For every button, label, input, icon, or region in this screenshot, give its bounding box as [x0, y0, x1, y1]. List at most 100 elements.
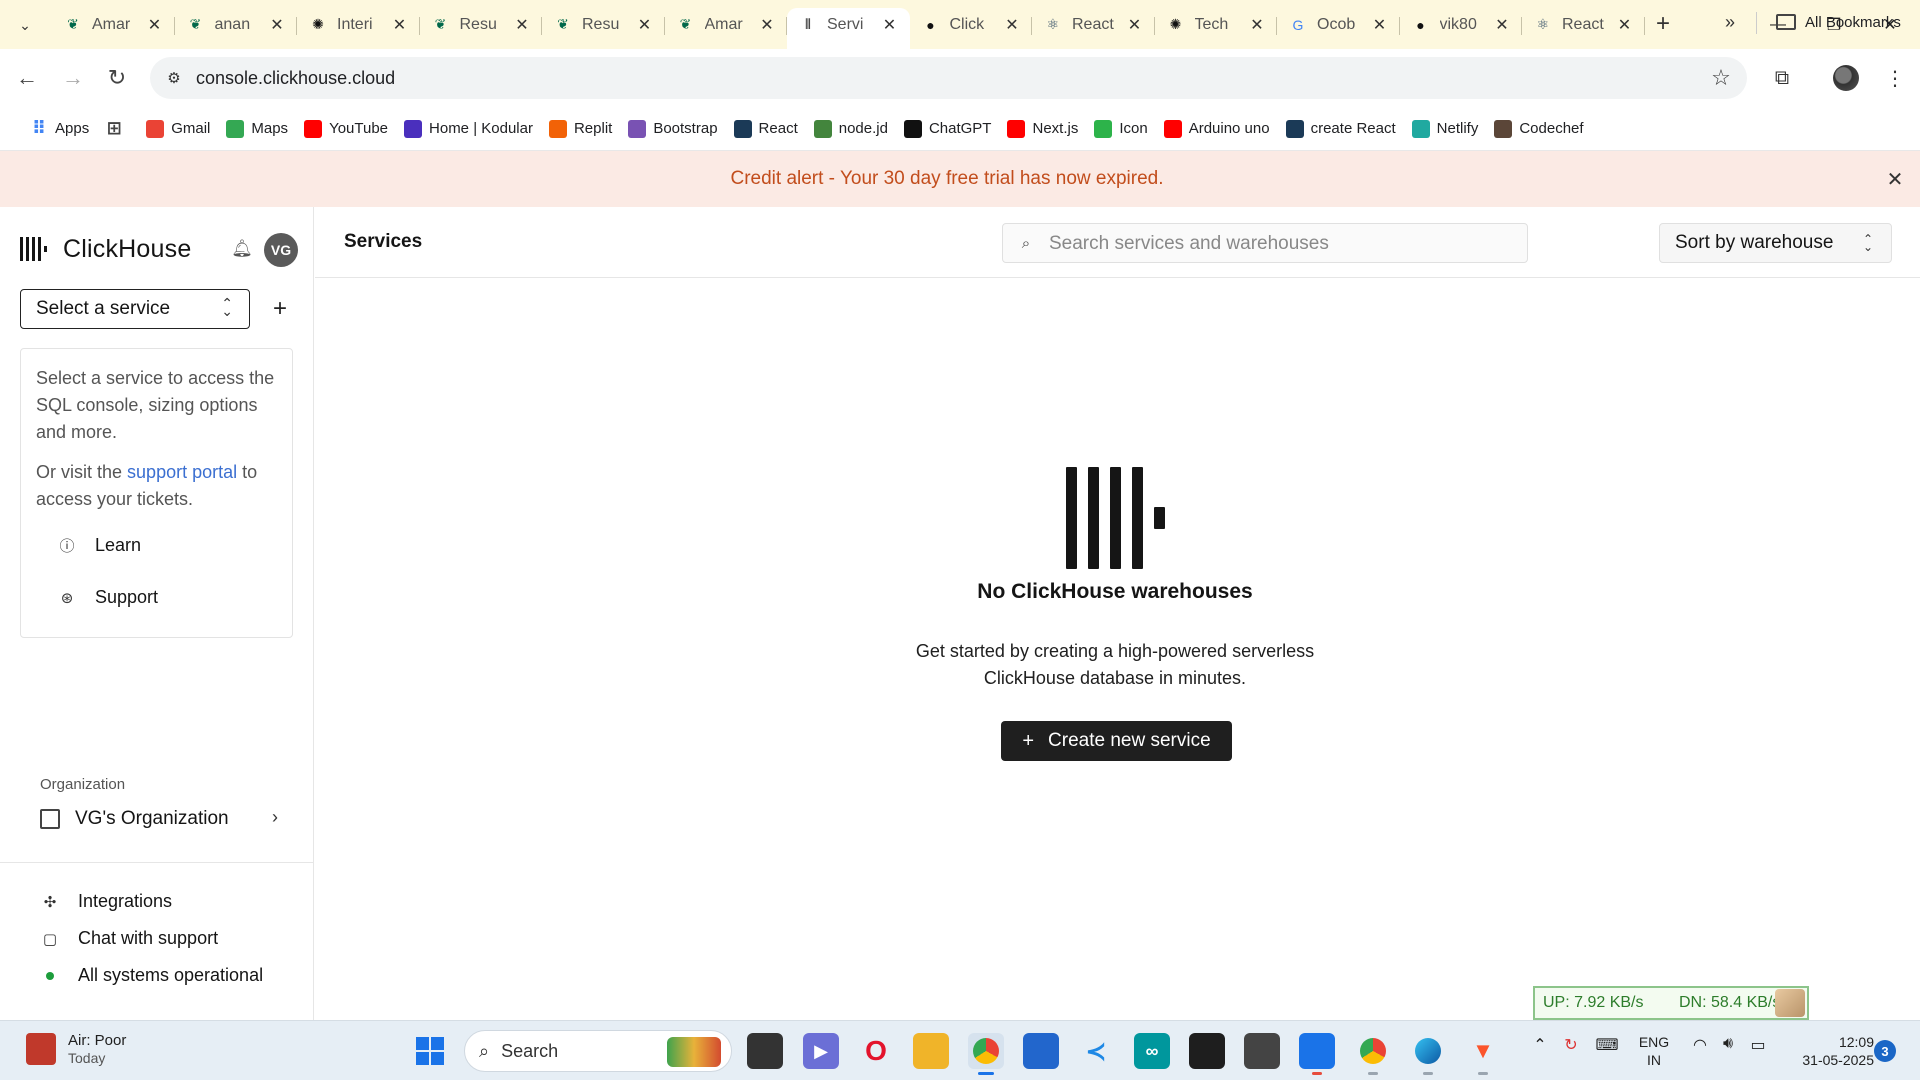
- bookmark-item[interactable]: Bootstrap: [620, 114, 725, 144]
- support-portal-link[interactable]: support portal: [127, 462, 237, 482]
- close-tab-icon[interactable]: ✕: [635, 15, 655, 35]
- close-tab-icon[interactable]: ✕: [1002, 15, 1022, 35]
- browser-tab[interactable]: ✺ Interi ✕: [297, 8, 420, 41]
- blue-app-icon[interactable]: [1299, 1033, 1335, 1075]
- add-service-button[interactable]: +: [268, 295, 292, 323]
- close-tab-icon[interactable]: ✕: [880, 15, 900, 35]
- close-alert-icon[interactable]: ✕: [1884, 168, 1906, 191]
- close-tab-icon[interactable]: ✕: [757, 15, 777, 35]
- sync-icon[interactable]: ↻: [1558, 1035, 1584, 1055]
- bookmark-item[interactable]: Icon: [1086, 114, 1155, 144]
- bookmark-item[interactable]: ⊞: [97, 114, 138, 144]
- chrome-icon[interactable]: [968, 1033, 1004, 1075]
- system-clock[interactable]: 12:09 31-05-2025: [1784, 1033, 1874, 1069]
- browser-tab[interactable]: ❦ Amar ✕: [665, 8, 788, 41]
- browser-tab[interactable]: ⚛ React ✕: [1032, 8, 1155, 41]
- figma-icon[interactable]: [1189, 1033, 1225, 1069]
- browser-tab[interactable]: ⚛ React ✕: [1522, 8, 1645, 41]
- keyboard-icon[interactable]: ⌨: [1594, 1035, 1620, 1055]
- opera-icon[interactable]: O: [858, 1033, 894, 1069]
- bookmark-item[interactable]: ⠿ Apps: [22, 114, 97, 144]
- bookmark-item[interactable]: create React: [1278, 114, 1404, 144]
- site-info-icon[interactable]: ⚙: [164, 68, 184, 88]
- task-view-icon[interactable]: [747, 1033, 783, 1069]
- close-tab-icon[interactable]: ✕: [1615, 15, 1635, 35]
- organization-selector[interactable]: VG's Organization ›: [40, 804, 280, 834]
- bookmark-item[interactable]: Maps: [218, 114, 296, 144]
- sort-dropdown[interactable]: Sort by warehouse ⌃ ⌄: [1659, 223, 1892, 263]
- language-indicator[interactable]: ENG IN: [1636, 1033, 1672, 1069]
- browser-tab[interactable]: G Ocob ✕: [1277, 8, 1400, 41]
- browser-tab[interactable]: ❦ Resu ✕: [420, 8, 543, 41]
- bookmark-item[interactable]: React: [726, 114, 806, 144]
- microsoft-store-icon[interactable]: [1023, 1033, 1059, 1069]
- browser-menu-icon[interactable]: ⋮: [1880, 63, 1910, 93]
- bookmark-star-icon[interactable]: ☆: [1709, 65, 1733, 90]
- app-icon[interactable]: [1244, 1033, 1280, 1069]
- notification-count-badge[interactable]: 3: [1874, 1040, 1896, 1062]
- back-arrow-icon[interactable]: ←: [9, 60, 45, 96]
- bookmark-item[interactable]: YouTube: [296, 114, 396, 144]
- url-text[interactable]: console.clickhouse.cloud: [196, 68, 395, 89]
- wifi-icon[interactable]: ◠: [1688, 1035, 1712, 1055]
- close-tab-icon[interactable]: ✕: [390, 15, 410, 35]
- integrations-item[interactable]: ✣ Integrations: [40, 891, 172, 912]
- tab-search-chevron-icon[interactable]: ⌄: [10, 11, 40, 39]
- bookmark-item[interactable]: node.jd: [806, 114, 896, 144]
- weather-widget[interactable]: Air: Poor Today: [26, 1031, 126, 1066]
- notifications-bell-icon[interactable]: 🔔︎: [231, 237, 253, 261]
- vscode-icon[interactable]: ≺: [1078, 1033, 1114, 1069]
- battery-icon[interactable]: ▭: [1746, 1035, 1770, 1055]
- chat-support-item[interactable]: ▢ Chat with support: [40, 928, 218, 949]
- close-tab-icon[interactable]: ✕: [1125, 15, 1145, 35]
- more-bookmarks-icon[interactable]: »: [1715, 7, 1745, 37]
- brave-icon[interactable]: ▼: [1465, 1033, 1501, 1075]
- forward-arrow-icon[interactable]: →: [55, 60, 91, 96]
- reload-icon[interactable]: ↻: [99, 60, 135, 96]
- bookmark-item[interactable]: Next.js: [999, 114, 1086, 144]
- edge-icon[interactable]: [1410, 1033, 1446, 1075]
- select-service-dropdown[interactable]: Select a service ⌃ ⌄: [20, 289, 250, 329]
- new-tab-button[interactable]: +: [1648, 9, 1678, 39]
- bookmark-item[interactable]: Replit: [541, 114, 620, 144]
- browser-tab[interactable]: ❦ anan ✕: [175, 8, 298, 41]
- windows-start-icon[interactable]: [416, 1037, 444, 1065]
- bookmark-item[interactable]: ChatGPT: [896, 114, 1000, 144]
- all-bookmarks-button[interactable]: All Bookmarks: [1776, 7, 1901, 37]
- support-item[interactable]: ⊛ Support: [57, 587, 158, 608]
- bookmark-item[interactable]: Codechef: [1486, 114, 1591, 144]
- arduino-icon[interactable]: ∞: [1134, 1033, 1170, 1069]
- create-new-service-button[interactable]: + Create new service: [1001, 721, 1232, 761]
- close-tab-icon[interactable]: ✕: [1370, 15, 1390, 35]
- bookmark-item[interactable]: Home | Kodular: [396, 114, 541, 144]
- teams-icon[interactable]: ▶: [803, 1033, 839, 1069]
- user-avatar[interactable]: VG: [264, 233, 298, 267]
- address-bar[interactable]: ⚙ console.clickhouse.cloud ☆: [150, 57, 1747, 99]
- browser-tab[interactable]: ❦ Resu ✕: [542, 8, 665, 41]
- taskbar-search[interactable]: ⌕ Search: [464, 1030, 732, 1072]
- volume-icon[interactable]: 🔊︎: [1716, 1035, 1740, 1053]
- chrome-profile-icon[interactable]: [1355, 1033, 1391, 1075]
- tray-overflow-icon[interactable]: ⌃: [1530, 1035, 1550, 1055]
- chat-bubble-icon: ▢: [42, 930, 58, 948]
- bookmark-item[interactable]: Gmail: [138, 114, 218, 144]
- browser-tab[interactable]: ✺ Tech ✕: [1155, 8, 1278, 41]
- clickhouse-logo[interactable]: ClickHouse 🔔︎ VG: [20, 227, 300, 271]
- close-tab-icon[interactable]: ✕: [512, 15, 532, 35]
- extensions-puzzle-icon[interactable]: ⧉: [1767, 63, 1797, 93]
- close-tab-icon[interactable]: ✕: [1492, 15, 1512, 35]
- close-tab-icon[interactable]: ✕: [145, 15, 165, 35]
- bookmark-item[interactable]: Arduino uno: [1156, 114, 1278, 144]
- browser-tab[interactable]: ⦀ Servi ✕: [787, 8, 910, 49]
- close-tab-icon[interactable]: ✕: [267, 15, 287, 35]
- browser-tab[interactable]: ● vik80 ✕: [1400, 8, 1523, 41]
- file-explorer-icon[interactable]: [913, 1033, 949, 1069]
- profile-avatar[interactable]: [1831, 63, 1861, 93]
- search-input[interactable]: ⌕ Search services and warehouses: [1002, 223, 1528, 263]
- browser-tab[interactable]: ● Click ✕: [910, 8, 1033, 41]
- learn-item[interactable]: ⓘ Learn: [57, 535, 141, 556]
- close-tab-icon[interactable]: ✕: [1247, 15, 1267, 35]
- bookmark-item[interactable]: Netlify: [1404, 114, 1487, 144]
- browser-tab[interactable]: ❦ Amar ✕: [52, 8, 175, 41]
- system-status-item[interactable]: All systems operational: [40, 965, 263, 986]
